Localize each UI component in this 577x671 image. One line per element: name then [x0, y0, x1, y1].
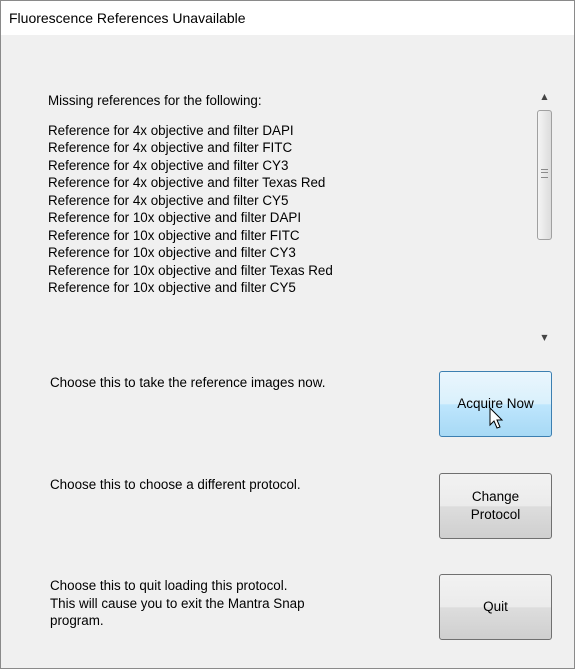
quit-label: Quit	[483, 599, 508, 614]
missing-references-list[interactable]: Missing references for the following: Re…	[35, 82, 554, 352]
list-item: Reference for 10x objective and filter D…	[48, 210, 302, 225]
change-description: Choose this to choose a different protoc…	[50, 477, 301, 492]
scroll-thumb[interactable]	[537, 110, 552, 240]
scroll-down-arrow-icon[interactable]: ▼	[535, 329, 554, 346]
scroll-track[interactable]	[536, 106, 553, 328]
dialog-window: Fluorescence References Unavailable Miss…	[0, 0, 575, 669]
dialog-title: Fluorescence References Unavailable	[9, 10, 246, 26]
list-item: Reference for 4x objective and filter CY…	[48, 192, 289, 208]
change-protocol-button[interactable]: Change Protocol	[439, 473, 552, 539]
mouse-pointer-icon	[489, 407, 504, 429]
list-item: Reference for 10x objective and filter F…	[48, 227, 300, 243]
thumb-grip-icon	[541, 169, 548, 178]
acquire-description: Choose this to take the reference images…	[50, 375, 326, 390]
list-item: Reference for 4x objective and filter FI…	[48, 140, 293, 155]
list-item: Reference for 10x objective and filter T…	[48, 262, 333, 278]
dialog-body: Missing references for the following: Re…	[1, 35, 574, 668]
list-item: Reference for 4x objective and filter Te…	[48, 175, 326, 190]
vertical-scrollbar[interactable]: ▲ ▼	[535, 86, 554, 348]
list-item: Reference for 4x objective and filter CY…	[48, 157, 289, 173]
change-protocol-label: Change Protocol	[470, 489, 521, 522]
quit-description: Choose this to quit loading this protoco…	[50, 578, 305, 628]
list-item: Reference for 10x objective and filter C…	[48, 245, 296, 260]
quit-button[interactable]: Quit	[439, 574, 552, 640]
scroll-up-arrow-icon[interactable]: ▲	[535, 88, 554, 105]
list-item: Reference for 10x objective and filter C…	[48, 280, 296, 295]
title-bar[interactable]: Fluorescence References Unavailable	[1, 1, 574, 36]
list-item: Reference for 4x objective and filter DA…	[48, 122, 294, 138]
missing-references-text: Missing references for the following: Re…	[48, 92, 518, 297]
list-heading: Missing references for the following:	[48, 93, 262, 108]
